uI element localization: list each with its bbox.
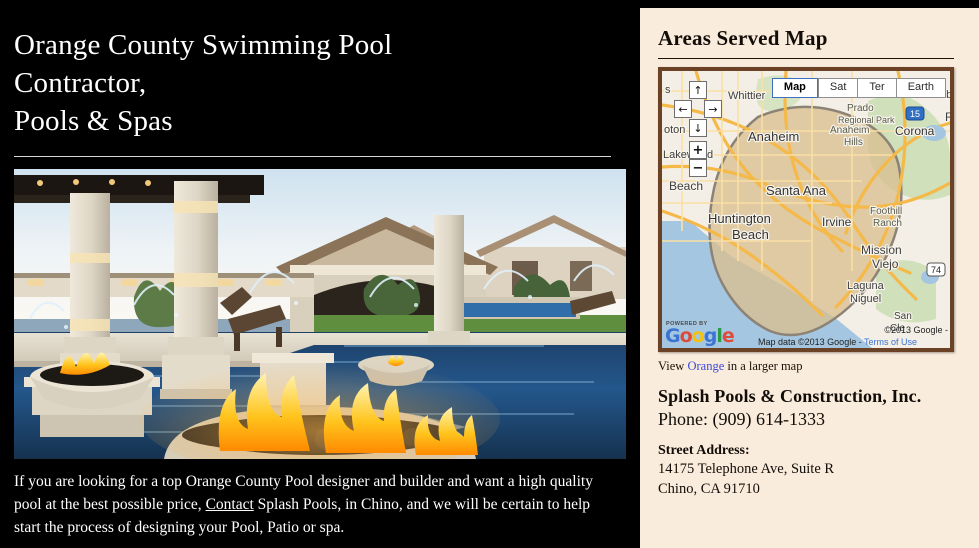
sidebar-column: Areas Served Map Whittier s Prado Region…: [640, 0, 979, 548]
pan-down-icon[interactable]: ↓: [689, 119, 707, 137]
zoom-in-icon[interactable]: +: [689, 141, 707, 159]
map-type-buttons[interactable]: Map Sat Ter Earth: [771, 78, 946, 98]
map-place-label: Corona: [895, 124, 935, 138]
sidebar-title-divider: [658, 58, 954, 59]
pan-right-icon[interactable]: →: [704, 100, 722, 118]
map-place-label: Prado: [847, 103, 874, 114]
svg-text:15: 15: [910, 109, 920, 119]
map-place-label: Santa Ana: [766, 183, 827, 198]
google-logo: Google: [665, 325, 735, 347]
page-root: Orange County Swimming Pool Contractor, …: [0, 0, 979, 548]
map-place-label: Laguna: [847, 280, 885, 292]
svg-text:74: 74: [931, 265, 941, 275]
map-place-label: Riv: [945, 110, 950, 124]
google-map-widget[interactable]: WhittiersubPradoRegional ParkRivotonAnah…: [658, 67, 954, 352]
map-place-label: San: [894, 311, 912, 322]
view-larger-map: View Orange in a larger map: [658, 359, 965, 374]
main-content-column: Orange County Swimming Pool Contractor, …: [0, 0, 640, 548]
map-type-sat[interactable]: Sat: [817, 78, 858, 98]
sidebar-panel: Areas Served Map Whittier s Prado Region…: [640, 8, 979, 548]
map-place-label: s: [665, 84, 671, 96]
google-attribution: POWERED BY Google: [665, 321, 735, 347]
map-place-label: Regional Park: [838, 115, 895, 125]
company-phone: Phone: (909) 614-1333: [658, 409, 825, 429]
sidebar-title: Areas Served Map: [658, 26, 828, 50]
map-navigation-controls[interactable]: ↑ ← → ↓ + −: [674, 81, 722, 177]
company-name: Splash Pools & Construction, Inc.: [658, 386, 922, 406]
page-title-line1: Orange County Swimming Pool: [14, 29, 393, 61]
map-data-text: Map data ©2013 Google -: [758, 337, 865, 347]
map-type-map[interactable]: Map: [771, 78, 818, 98]
view-larger-map-link[interactable]: Orange: [687, 359, 724, 373]
map-place-label: Anaheim: [748, 129, 799, 144]
map-place-label: Foothill: [870, 206, 902, 217]
map-route-shield-icon: 15: [905, 106, 925, 121]
map-place-label: Irvine: [822, 215, 852, 229]
map-place-label: Anaheim: [830, 125, 869, 136]
zoom-out-icon[interactable]: −: [689, 159, 707, 177]
intro-paragraph: If you are looking for a top Orange Coun…: [14, 470, 614, 539]
page-title: Orange County Swimming Pool Contractor, …: [14, 0, 626, 140]
hero-photo-illustration: [14, 169, 626, 459]
map-type-ter[interactable]: Ter: [857, 78, 896, 98]
pan-left-icon[interactable]: ←: [674, 100, 692, 118]
title-divider: [14, 156, 611, 157]
view-larger-prefix: View: [658, 359, 688, 373]
map-data-attribution: Map data ©2013 Google - Terms of Use: [758, 337, 917, 347]
contact-link[interactable]: Contact: [206, 496, 254, 513]
map-copyright: ©2013 Google -: [884, 325, 948, 335]
map-place-label: Mission: [861, 243, 902, 257]
map-place-label: Niguel: [850, 293, 881, 305]
pan-up-icon[interactable]: ↑: [689, 81, 707, 99]
map-route-shield-icon: 74: [926, 262, 946, 277]
map-place-label: Ranch: [873, 218, 902, 229]
map-place-label: Beach: [732, 227, 769, 242]
map-type-earth[interactable]: Earth: [895, 78, 946, 98]
street-address-line2: Chino, CA 91710: [658, 481, 760, 497]
view-larger-suffix: in a larger map: [724, 359, 803, 373]
map-place-label: Huntington: [708, 211, 771, 226]
page-title-line2: Contractor,: [14, 67, 147, 99]
street-address-line1: 14175 Telephone Ave, Suite R: [658, 461, 835, 477]
map-place-label: Viejo: [872, 257, 899, 271]
hero-photo: [14, 169, 626, 459]
street-address-label: Street Address:: [658, 443, 750, 458]
page-title-line3: Pools & Spas: [14, 105, 173, 137]
terms-of-use-link[interactable]: Terms of Use: [864, 337, 917, 347]
map-place-label: Hills: [844, 137, 863, 148]
map-place-label: Beach: [669, 179, 703, 193]
map-place-label: Whittier: [728, 90, 766, 102]
